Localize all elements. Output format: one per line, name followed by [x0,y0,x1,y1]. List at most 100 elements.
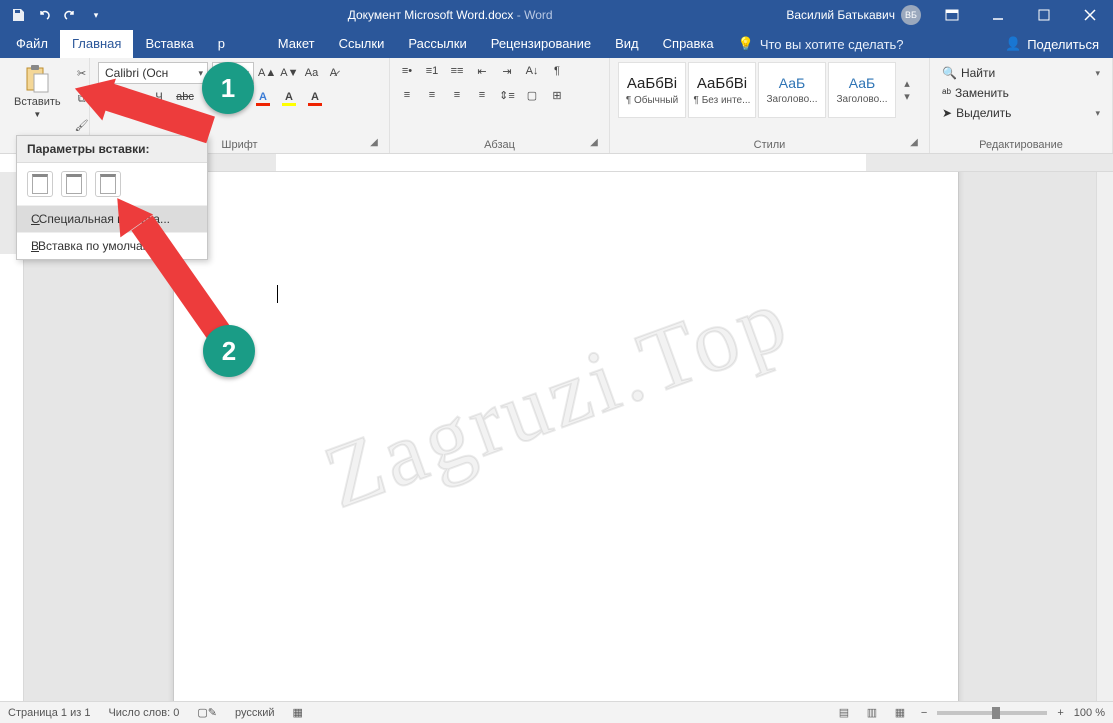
dialog-launcher-icon[interactable]: ◢ [907,137,921,151]
zoom-level[interactable]: 100 % [1074,707,1105,719]
dialog-launcher-icon[interactable]: ◢ [587,137,601,151]
user-name: Василий Батькавич [786,8,895,22]
quick-access-toolbar: ▾ [0,3,114,27]
cursor-icon: ➤ [942,106,952,120]
borders-icon[interactable]: ⊞ [548,86,566,104]
select-button[interactable]: ➤Выделить▾ [938,104,1104,122]
styles-more-icon[interactable]: ▴▾ [898,62,916,118]
multilevel-icon[interactable]: ≡≡ [448,62,466,80]
read-mode-icon[interactable]: ▤ [833,704,855,722]
tab-mailings[interactable]: Рассылки [396,30,478,58]
align-left-icon[interactable]: ≡ [398,86,416,104]
vertical-scrollbar[interactable] [1096,172,1113,701]
tab-references[interactable]: Ссылки [327,30,397,58]
sort-icon[interactable]: A↓ [523,62,541,80]
share-button[interactable]: 👤 Поделиться [991,36,1113,58]
word-count[interactable]: Число слов: 0 [108,707,179,719]
annotation-badge-1: 1 [202,62,254,114]
para-group-label: Абзац◢ [398,136,601,153]
maximize-icon[interactable] [1021,0,1067,30]
account-area[interactable]: Василий Батькавич ВБ [786,5,929,25]
app-name: Word [524,8,552,22]
close-icon[interactable] [1067,0,1113,30]
style-heading2[interactable]: АаБЗаголово... [828,62,896,118]
align-center-icon[interactable]: ≡ [423,86,441,104]
language-indicator[interactable]: русский [235,707,274,719]
show-marks-icon[interactable]: ¶ [548,62,566,80]
tab-file[interactable]: Файл [4,30,60,58]
line-spacing-icon[interactable]: ⇕≡ [498,86,516,104]
indent-dec-icon[interactable]: ⇤ [473,62,491,80]
tell-me-search[interactable]: 💡 Что вы хотите сделать? [726,36,916,58]
search-icon: 🔍 [942,66,957,80]
style-normal[interactable]: АаБбВі¶ Обычный [618,62,686,118]
share-label: Поделиться [1027,37,1099,52]
ribbon-display-icon[interactable] [929,0,975,30]
doc-name: Документ Microsoft Word.docx [348,8,514,22]
redo-icon[interactable] [58,3,82,27]
zoom-slider[interactable] [937,711,1047,715]
replace-icon: ᵃᵇ [942,86,951,100]
tab-view[interactable]: Вид [603,30,651,58]
save-icon[interactable] [6,3,30,27]
qat-customize-icon[interactable]: ▾ [84,3,108,27]
styles-group-label: Стили◢ [618,136,921,153]
page-indicator[interactable]: Страница 1 из 1 [8,707,90,719]
paste-keep-source-icon[interactable] [27,171,53,197]
editing-group-label: Редактирование [938,136,1104,153]
tab-hidden[interactable]: р [206,30,266,58]
dialog-launcher-icon[interactable]: ◢ [367,137,381,151]
text-effects-button[interactable]: A [254,88,272,106]
replace-button[interactable]: ᵃᵇЗаменить [938,84,1104,102]
lightbulb-icon: 💡 [738,36,754,52]
group-styles: АаБбВі¶ Обычный АаБбВі¶ Без инте... АаБЗ… [610,58,930,153]
group-paragraph: ≡• ≡1 ≡≡ ⇤ ⇥ A↓ ¶ ≡ ≡ ≡ ≡ ⇕≡ ▢ ⊞ Абзац◢ [390,58,610,153]
minimize-icon[interactable] [975,0,1021,30]
align-right-icon[interactable]: ≡ [448,86,466,104]
zoom-out-icon[interactable]: − [921,707,927,719]
find-button[interactable]: 🔍Найти▾ [938,64,1104,82]
avatar: ВБ [901,5,921,25]
document-page[interactable] [173,172,959,701]
tab-home[interactable]: Главная [60,30,133,58]
paste-icon [21,64,53,94]
grow-font-icon[interactable]: A▲ [258,64,276,82]
tab-insert[interactable]: Вставка [133,30,205,58]
indent-inc-icon[interactable]: ⇥ [498,62,516,80]
bullets-icon[interactable]: ≡• [398,62,416,80]
zoom-in-icon[interactable]: + [1057,707,1063,719]
window-controls [929,0,1113,30]
undo-icon[interactable] [32,3,56,27]
shading-icon[interactable]: ▢ [523,86,541,104]
web-layout-icon[interactable]: ▦ [889,704,911,722]
style-heading1[interactable]: АаБЗаголово... [758,62,826,118]
font-color-button[interactable]: A [306,88,324,106]
group-editing: 🔍Найти▾ ᵃᵇЗаменить ➤Выделить▾ Редактиров… [930,58,1113,153]
justify-icon[interactable]: ≡ [473,86,491,104]
annotation-badge-2: 2 [203,325,255,377]
title-bar: ▾ Документ Microsoft Word.docx - Word Ва… [0,0,1113,30]
status-bar: Страница 1 из 1 Число слов: 0 ▢✎ русский… [0,701,1113,723]
change-case-button[interactable]: Aa [302,64,320,82]
shrink-font-icon[interactable]: A▼ [280,64,298,82]
highlight-button[interactable]: A [280,88,298,106]
paste-merge-icon[interactable] [61,171,87,197]
chevron-down-icon: ▼ [33,110,41,119]
paste-button[interactable]: Вставить ▼ [8,62,67,121]
tab-layout[interactable]: Макет [266,30,327,58]
spellcheck-icon[interactable]: ▢✎ [197,706,217,719]
macro-icon[interactable]: ▦ [293,706,303,719]
clear-format-icon[interactable]: A̷ [324,64,342,82]
numbering-icon[interactable]: ≡1 [423,62,441,80]
tab-review[interactable]: Рецензирование [479,30,603,58]
text-cursor [277,285,278,303]
tab-help[interactable]: Справка [651,30,726,58]
tell-me-label: Что вы хотите сделать? [760,37,904,52]
share-icon: 👤 [1005,36,1021,52]
print-layout-icon[interactable]: ▥ [861,704,883,722]
document-title: Документ Microsoft Word.docx - Word [114,8,786,22]
paste-label: Вставить [14,96,61,108]
style-no-spacing[interactable]: АаБбВі¶ Без инте... [688,62,756,118]
paste-menu-header: Параметры вставки: [17,136,207,163]
annotation-arrow-1 [78,64,218,134]
